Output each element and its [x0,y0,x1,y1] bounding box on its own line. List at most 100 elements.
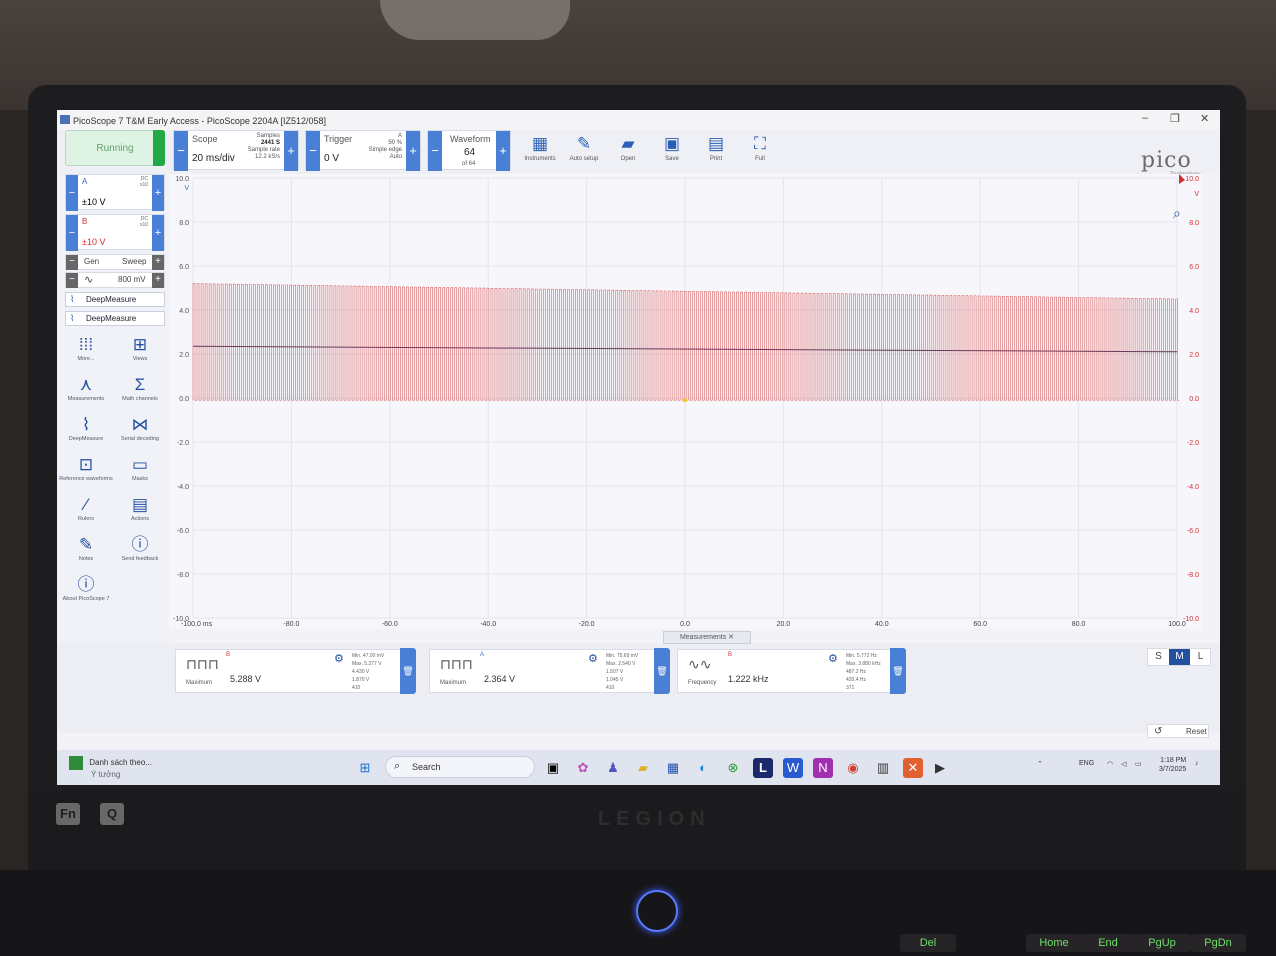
channel-b-control[interactable]: − B DC x10 ±10 V + [65,214,165,251]
instruments-button[interactable]: ▦ Instruments [519,134,561,162]
tool-send-feedback[interactable]: ⓘ Send feedback [113,534,167,563]
running-button[interactable]: Running [65,130,165,166]
delete-measurement-icon[interactable]: 🗑 [654,648,670,694]
channel-a-plus-button[interactable]: + [152,175,164,211]
amplitude-plus-button[interactable]: + [152,273,164,288]
channel-b-range[interactable]: ±10 V [82,237,105,247]
measurement-value: 2.364 V [484,674,516,684]
tool-actions[interactable]: ▤ Actions [113,494,167,523]
save-button[interactable]: ▣ Save [651,134,693,162]
measurement-stats: Min. 5.772 Hz Max. 3.880 kHz 487.2 Hz 420.4… [846,652,881,692]
tool-deepmeasure[interactable]: ⌇ DeepMeasure [59,414,113,443]
full-button[interactable]: ⛶ Full [739,134,781,162]
trigger-minus-button[interactable]: − [306,131,320,171]
x-tick-label: 60.0 [973,621,987,628]
gen-plus-button[interactable]: + [152,255,164,270]
delete-measurement-icon[interactable]: 🗑 [890,648,906,694]
teams-icon[interactable]: ♟ [603,758,623,778]
measurement-card[interactable]: ⊓⊓⊓ B Maximum 5.288 V ⚙ Min. 47.00 mV Max. 5.3… [175,648,416,694]
key-pgdn: PgDn [1190,934,1246,952]
tool-masks[interactable]: ▭ Masks [113,454,167,483]
gear-icon[interactable]: ⚙ [334,652,344,665]
tool-views[interactable]: ⊞ Views [113,334,167,363]
gear-icon[interactable]: ⚙ [588,652,598,665]
wifi-icon[interactable]: ◠ [1107,760,1113,768]
size-m-button[interactable]: M [1169,649,1190,665]
measurement-card[interactable]: ⊓⊓⊓ A Maximum 2.364 V ⚙ Min. 75.69 mV Max. 2.5… [429,648,670,694]
scope-chart[interactable]: 10.08.06.04.02.00.0-2.0-4.0-6.0-8.0-10.0… [169,174,1202,629]
amplitude-control[interactable]: − ∿ 800 mV + [65,272,165,288]
channel-b-minus-button[interactable]: − [66,215,78,251]
scope-samples: Samples 2441 S Sample rate 12.2 kS/s [248,133,280,161]
start-icon[interactable]: ⊞ [355,758,375,778]
timebase-value[interactable]: 20 ms/div [192,153,235,164]
tool-math-channels[interactable]: Σ Math channels [113,374,167,403]
trigger-plus-button[interactable]: + [406,131,420,171]
delete-measurement-icon[interactable]: 🗑 [400,648,416,694]
close-icon[interactable]: ✕ [1200,112,1209,125]
edge-icon[interactable]: ◐ [693,758,713,778]
auto-setup-button[interactable]: ✎ Auto setup [563,134,605,162]
tool-measurements[interactable]: ⋏ Measurements [59,374,113,403]
measurement-channel: B [226,652,231,658]
news-widget[interactable]: Danh sách theo... Ý tưởng [69,756,152,780]
onenote-icon[interactable]: N [813,758,833,778]
stat-mean: 487.2 Hz [846,669,867,675]
tool-notes[interactable]: ✎ Notes [59,534,113,563]
notification-bell-icon[interactable]: ♪ [1195,760,1199,767]
y-right-tick-label: 2.0 [1189,352,1199,359]
app-x-icon[interactable]: ✕ [903,758,923,778]
xbox-icon[interactable]: ⊗ [723,758,743,778]
tool-reference-waveforms[interactable]: ⊡ Reference waveforms [59,454,113,483]
gen-minus-button[interactable]: − [66,255,78,270]
stat-mean: 1.507 V [606,669,624,675]
explorer-icon[interactable]: ▰ [633,758,653,778]
size-s-button[interactable]: S [1148,649,1169,665]
app-ips-icon[interactable]: ▥ [873,758,893,778]
tool-more-[interactable]: ⁞⁞⁞ More... [59,334,113,363]
channel-b-plus-button[interactable]: + [152,215,164,251]
chrome-icon[interactable]: ◉ [843,758,863,778]
copilot-icon[interactable]: ✿ [573,758,593,778]
deepmeasure-button-1[interactable]: ⌇ DeepMeasure [65,292,165,307]
generator-control[interactable]: − Gen Sweep + [65,254,165,270]
measurement-card[interactable]: ∿∿ B Frequency 1.222 kHz ⚙ Min. 5.772 Hz Max. … [677,648,906,694]
measurements-tab[interactable]: Measurements ✕ [663,631,751,644]
word-icon[interactable]: W [783,758,803,778]
print-button[interactable]: ▤ Print [695,134,737,162]
timebase-minus-button[interactable]: − [174,131,188,171]
media-icon[interactable]: ▶ [930,758,950,778]
minimize-icon[interactable]: – [1142,112,1148,124]
timebase-plus-button[interactable]: + [284,131,298,171]
amplitude-minus-button[interactable]: − [66,273,78,288]
language-indicator[interactable]: ENG [1079,760,1094,767]
trigger-level[interactable]: 0 V [324,153,339,164]
taskview-icon[interactable]: ▣ [543,758,563,778]
measurement-value: 5.288 V [230,674,262,684]
maximize-icon[interactable]: ❐ [1170,112,1180,125]
tool-rulers[interactable]: ⁄ Rulers [59,494,113,523]
size-l-button[interactable]: L [1190,649,1211,665]
store-icon[interactable]: ▦ [663,758,683,778]
volume-icon[interactable]: ◁ [1121,760,1126,768]
waveform-minus-button[interactable]: − [428,131,442,171]
reset-button[interactable]: ↺ Reset [1147,724,1209,738]
trigger-title: Trigger [324,134,353,144]
waveform-index[interactable]: 64 [464,147,475,158]
taskbar-search[interactable]: ⌕ Search [385,756,535,778]
scope-plot[interactable]: 10.0 8.0 6.0 4.0 2.0 0.0 -2.0 -4.0 -6.0 -8.0 -10.0… [169,174,1202,629]
battery-icon[interactable]: ▭ [1135,760,1142,768]
tool-serial-decoding[interactable]: ⋈ Serial decoding [113,414,167,443]
size-selector: S M L [1147,648,1211,666]
channel-a-minus-button[interactable]: − [66,175,78,211]
gear-icon[interactable]: ⚙ [828,652,838,665]
channel-a-range[interactable]: ±10 V [82,197,105,207]
open-button[interactable]: ▰ Open [607,134,649,162]
channel-a-control[interactable]: − A DC x10 ±10 V + [65,174,165,211]
clock[interactable]: 1:18 PM 3/7/2025 [1159,756,1186,774]
deepmeasure-button-2[interactable]: ⌇ DeepMeasure [65,311,165,326]
tray-chevron-icon[interactable]: ⌃ [1037,760,1043,768]
app-l-icon[interactable]: L [753,758,773,778]
tool-about-picoscope-7[interactable]: ⓘ About PicoScope 7 [59,574,113,603]
waveform-plus-button[interactable]: + [496,131,510,171]
